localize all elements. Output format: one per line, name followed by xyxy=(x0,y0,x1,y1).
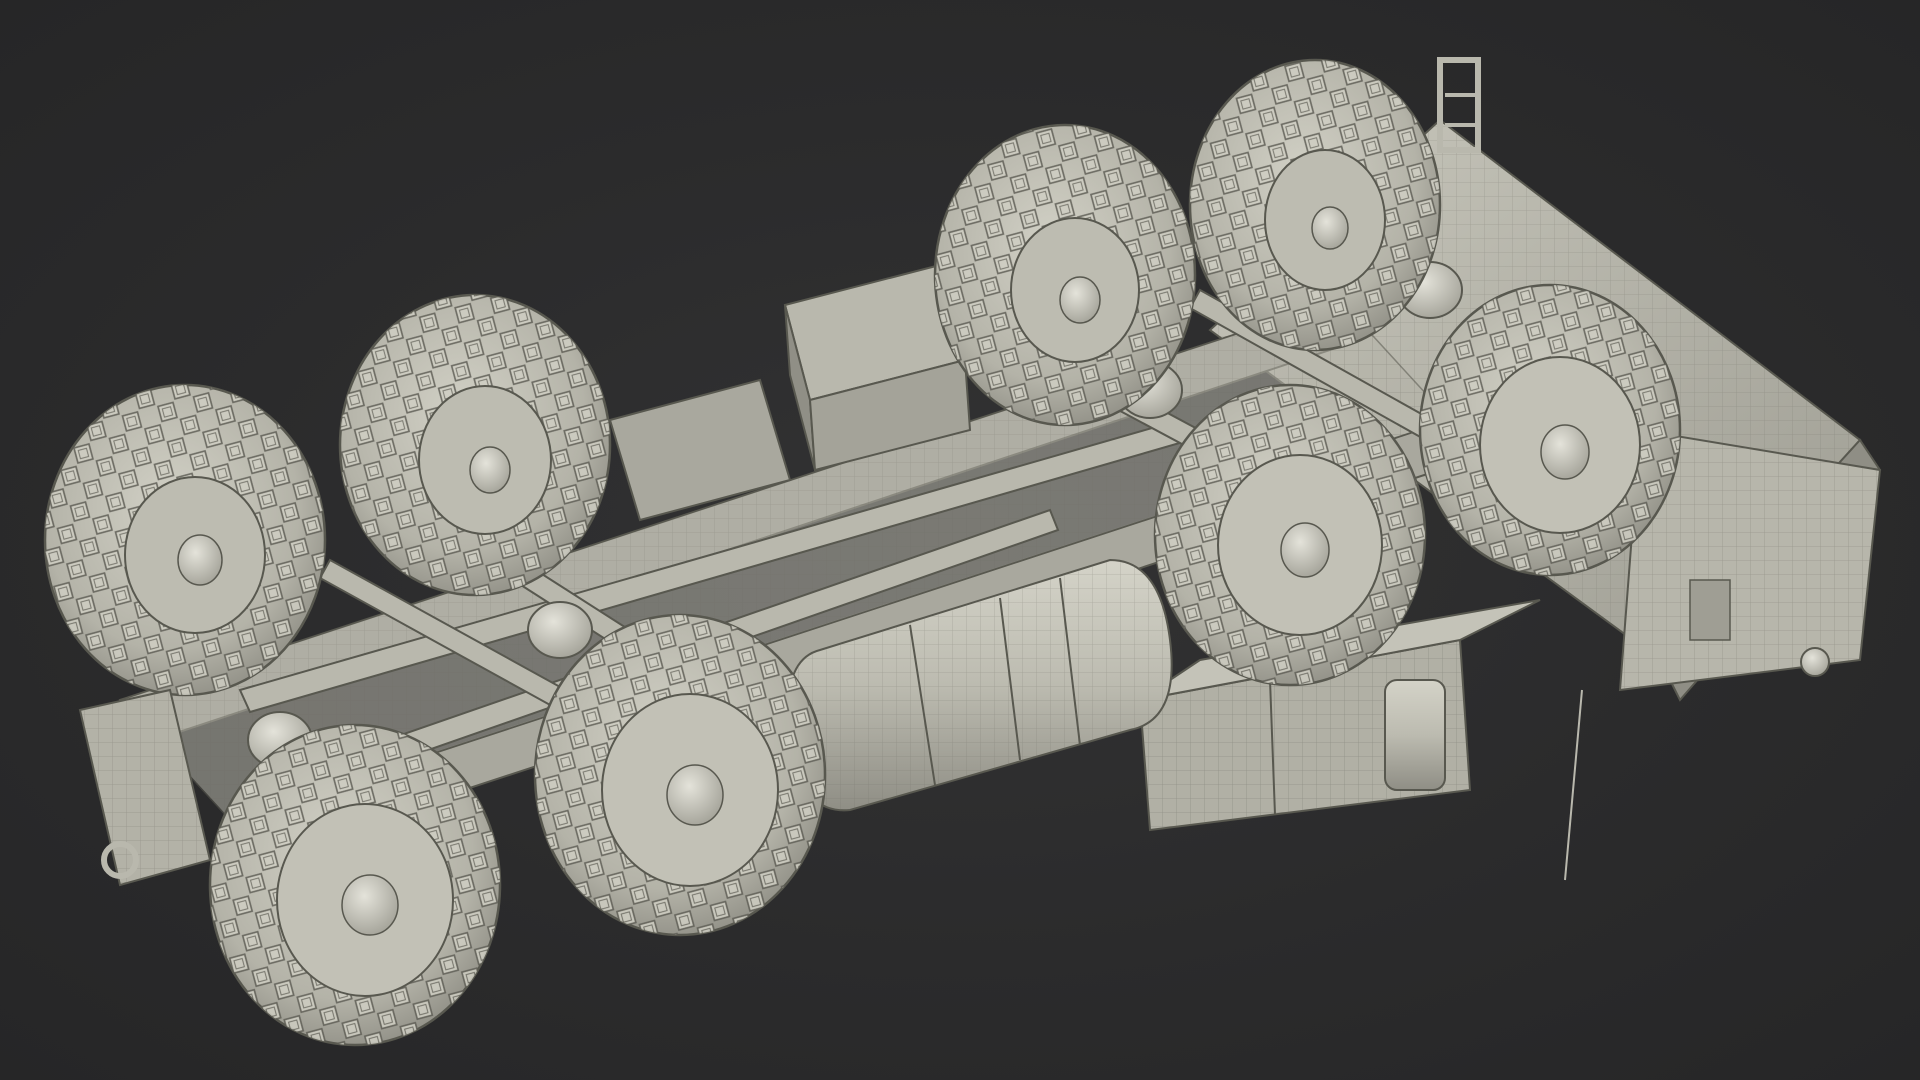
wheel-rear-right-outer xyxy=(1418,283,1682,577)
wheel-front-left-inner xyxy=(338,293,612,597)
render-viewport xyxy=(0,0,1920,1080)
wheel-rear-left-outer xyxy=(1188,58,1442,352)
wheel-front-right-outer xyxy=(208,723,502,1047)
wheel-rear-right-inner xyxy=(1153,383,1427,687)
wheel-front-left-outer xyxy=(43,383,327,697)
wheel-rear-left-inner xyxy=(933,123,1197,427)
wheel-front-right-inner xyxy=(533,613,827,937)
truck-chassis-wireframe-render xyxy=(43,57,1882,1047)
